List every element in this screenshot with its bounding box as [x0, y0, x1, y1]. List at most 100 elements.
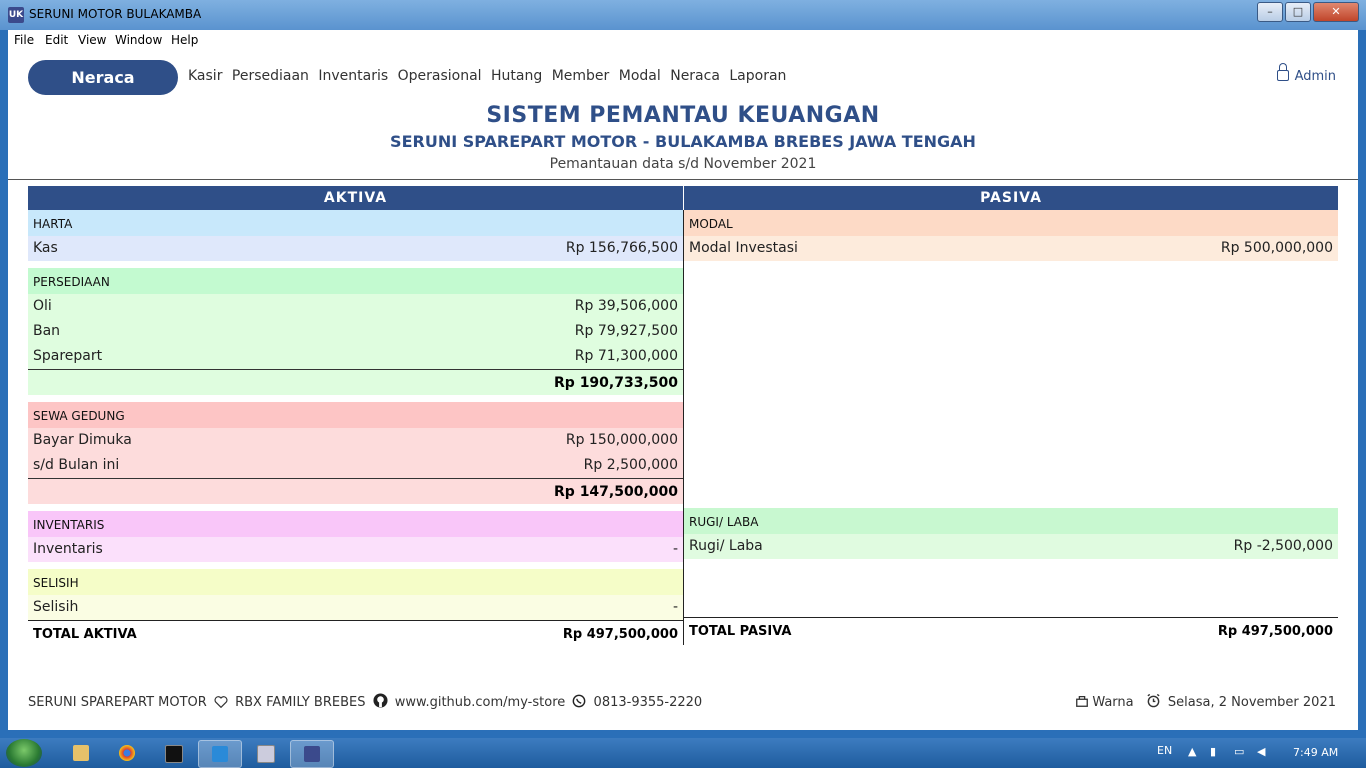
terminal-icon	[165, 745, 183, 763]
row-label: Kas	[33, 240, 58, 256]
section-sewa-gedung: SEWA GEDUNG	[28, 402, 683, 428]
nav-operasional[interactable]: Operasional	[398, 68, 482, 84]
taskbar-app[interactable]	[290, 740, 334, 768]
row-label: Bayar Dimuka	[33, 432, 132, 448]
warna-label: Warna	[1092, 695, 1134, 710]
nav-inventaris[interactable]: Inventaris	[318, 68, 388, 84]
pasiva-heading: PASIVA	[684, 186, 1338, 210]
taskbar-chrome[interactable]	[106, 740, 148, 766]
taskbar: EN ▲ ▮ ▭ ◀ 7:49 AM	[0, 738, 1366, 768]
nav-active-neraca[interactable]: Neraca	[28, 60, 178, 95]
row-selisih: Selisih -	[28, 595, 683, 620]
row-inventaris: Inventaris -	[28, 537, 683, 562]
language-indicator[interactable]: EN	[1157, 744, 1172, 757]
network-icon[interactable]: ▭	[1234, 745, 1244, 758]
taskbar-vscode[interactable]	[198, 740, 242, 768]
nav-laporan[interactable]: Laporan	[729, 68, 786, 84]
total-label: TOTAL PASIVA	[689, 624, 792, 639]
window-titlebar: UK SERUNI MOTOR BULAKAMBA – □ ✕	[0, 0, 1366, 30]
menu-help[interactable]: Help	[171, 33, 198, 47]
nav-persediaan[interactable]: Persediaan	[232, 68, 309, 84]
tray-device-icon[interactable]: ▮	[1210, 745, 1216, 758]
footer-right: Warna Selasa, 2 November 2021	[1072, 693, 1336, 710]
clock[interactable]: 7:49 AM	[1293, 746, 1338, 759]
aktiva-heading: AKTIVA	[28, 186, 683, 210]
chrome-icon	[119, 745, 135, 761]
row-value: -	[672, 541, 678, 557]
total-pasiva: TOTAL PASIVA Rp 497,500,000	[684, 617, 1338, 644]
vscode-icon	[212, 746, 228, 762]
footer-github-link[interactable]: www.github.com/my-store	[395, 695, 566, 710]
row-bulan-ini: s/d Bulan ini Rp 2,500,000	[28, 453, 683, 478]
menu-window[interactable]: Window	[115, 33, 162, 47]
footer-left: SERUNI SPAREPART MOTOR RBX FAMILY BREBES…	[28, 693, 702, 710]
menu-bar: File Edit View Window Help	[8, 30, 1358, 50]
nav-neraca[interactable]: Neraca	[670, 68, 720, 84]
total-value: Rp 497,500,000	[1217, 624, 1333, 639]
admin-label: Admin	[1294, 69, 1336, 84]
folder-icon	[73, 745, 89, 761]
row-label: Selisih	[33, 599, 79, 615]
github-icon	[373, 693, 388, 708]
section-harta: HARTA	[28, 210, 683, 236]
total-label: TOTAL AKTIVA	[33, 627, 137, 642]
page-title: SISTEM PEMANTAU KEUANGAN	[486, 103, 880, 128]
admin-button[interactable]: Admin	[1276, 63, 1336, 84]
menu-file[interactable]: File	[14, 33, 34, 47]
footer-family: RBX FAMILY BREBES	[235, 695, 366, 710]
row-value: Rp 2,500,000	[583, 457, 678, 473]
calculator-icon	[257, 745, 275, 763]
section-persediaan: PERSEDIAAN	[28, 268, 683, 294]
nav-member[interactable]: Member	[552, 68, 610, 84]
row-value: Rp 39,506,000	[574, 298, 678, 314]
page-subtitle: SERUNI SPAREPART MOTOR - BULAKAMBA BREBE…	[390, 132, 976, 151]
taskbar-calculator[interactable]	[244, 740, 286, 766]
row-modal-investasi: Modal Investasi Rp 500,000,000	[684, 236, 1338, 261]
header-divider	[8, 179, 1358, 180]
pasiva-column: PASIVA MODAL Modal Investasi Rp 500,000,…	[684, 186, 1338, 644]
menu-view[interactable]: View	[78, 33, 106, 47]
footer-phone: 0813-9355-2220	[593, 695, 703, 710]
row-ban: Ban Rp 79,927,500	[28, 319, 683, 344]
footer-date: Selasa, 2 November 2021	[1167, 695, 1336, 710]
volume-icon[interactable]: ◀	[1257, 745, 1265, 758]
row-value: Rp 71,300,000	[574, 348, 678, 364]
taskbar-terminal[interactable]	[152, 740, 194, 766]
heart-icon	[214, 696, 228, 708]
total-value: Rp 497,500,000	[562, 627, 678, 642]
nav-kasir[interactable]: Kasir	[188, 68, 222, 84]
whatsapp-icon	[573, 694, 586, 708]
row-value: Rp -2,500,000	[1233, 538, 1333, 554]
menu-edit[interactable]: Edit	[45, 33, 68, 47]
window-title: SERUNI MOTOR BULAKAMBA	[29, 7, 202, 21]
row-sparepart: Sparepart Rp 71,300,000	[28, 344, 683, 369]
row-label: Oli	[33, 298, 52, 314]
persediaan-subtotal: Rp 190,733,500	[28, 369, 683, 395]
maximize-button[interactable]: □	[1285, 2, 1311, 22]
tray-expand-icon[interactable]: ▲	[1188, 745, 1196, 758]
app-icon: UK	[8, 7, 24, 23]
row-label: Ban	[33, 323, 61, 339]
paint-bucket-icon	[1076, 695, 1089, 707]
nav-links: Kasir Persediaan Inventaris Operasional …	[188, 68, 791, 84]
nav-hutang[interactable]: Hutang	[491, 68, 542, 84]
app-taskbar-icon	[304, 746, 320, 762]
row-label: Inventaris	[33, 541, 103, 557]
row-rugi-laba: Rugi/ Laba Rp -2,500,000	[684, 534, 1338, 559]
section-modal: MODAL	[684, 210, 1338, 236]
row-label: Rugi/ Laba	[689, 538, 763, 554]
minimize-button[interactable]: –	[1257, 2, 1283, 22]
taskbar-explorer[interactable]	[60, 740, 102, 766]
row-value: Rp 150,000,000	[565, 432, 678, 448]
warna-button[interactable]: Warna	[1072, 695, 1137, 710]
row-label: Sparepart	[33, 348, 103, 364]
row-label: Modal Investasi	[689, 240, 798, 256]
total-aktiva: TOTAL AKTIVA Rp 497,500,000	[28, 620, 683, 647]
row-value: Rp 79,927,500	[574, 323, 678, 339]
period-text: Pemantauan data s/d November 2021	[549, 156, 817, 172]
start-button[interactable]	[6, 739, 42, 767]
row-oli: Oli Rp 39,506,000	[28, 294, 683, 319]
close-button[interactable]: ✕	[1313, 2, 1359, 22]
nav-modal[interactable]: Modal	[619, 68, 661, 84]
row-label: s/d Bulan ini	[33, 457, 120, 473]
